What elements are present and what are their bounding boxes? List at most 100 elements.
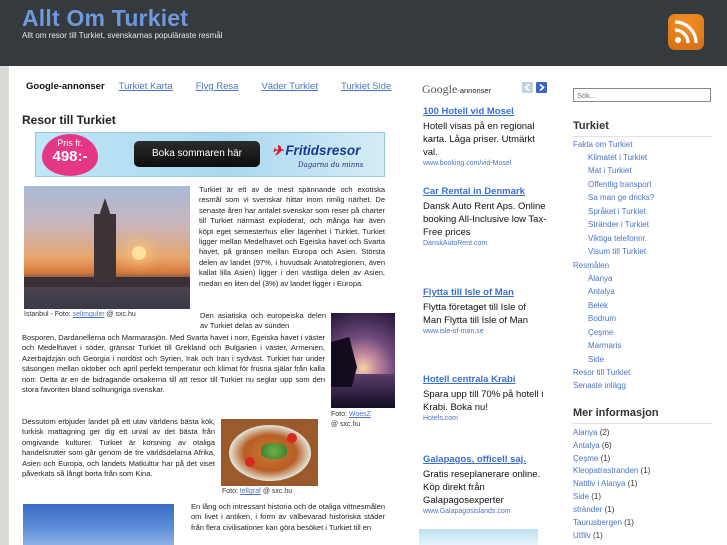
ad-title[interactable]: 100 Hotell vid Mosel xyxy=(423,106,547,117)
plane-icon: ✈ xyxy=(272,143,284,158)
tag-link[interactable]: Utfilv (1) xyxy=(573,531,603,540)
article-paragraph: Den asiatiska och europeiska delen av Tu… xyxy=(200,311,326,331)
istanbul-photo-caption: Istanbul - Foto: selimguler @ sxc.hu xyxy=(24,311,136,318)
sidebar-link[interactable]: Viktiga telefonnr. xyxy=(588,234,647,243)
article-paragraph: Turkiet är ett av de mest spännande och … xyxy=(199,185,385,288)
tomato-shape xyxy=(245,457,255,467)
sidebar-link[interactable]: Senaste inlägg xyxy=(573,381,626,390)
salad-shape xyxy=(261,443,287,459)
ad-url[interactable]: Hotels.com xyxy=(423,415,547,422)
sidebar-link[interactable]: Resmålen xyxy=(573,261,609,270)
page-title: Resor till Turkiet xyxy=(22,113,116,127)
rss-icon[interactable] xyxy=(668,14,704,50)
fritidsresor-banner[interactable]: Pris fr. 498:- Boka sommaren här ✈ Fritid… xyxy=(35,132,385,177)
tag-link[interactable]: Kleopatrastranden (1) xyxy=(573,466,650,475)
divider xyxy=(572,136,712,137)
banner-price-prefix: Pris fr. xyxy=(57,138,83,148)
ad-body: Spara upp till 70% på hotell i Krabi. Bo… xyxy=(423,389,544,413)
tag-link[interactable]: stränder (1) xyxy=(573,505,614,514)
tag-link[interactable]: Taurusbergen (1) xyxy=(573,518,634,527)
sun-shape xyxy=(132,246,146,260)
banner-price-badge: Pris fr. 498:- xyxy=(42,134,98,176)
ad-body: Gratis reseplanerare online. Köp direkt … xyxy=(423,469,541,506)
sidebar-heading-turkiet: Turkiet xyxy=(573,120,609,132)
sidebar-link[interactable]: Mat i Turkiet xyxy=(588,166,632,175)
ad-title[interactable]: Car Rental in Denmark xyxy=(423,186,547,197)
sky-photo xyxy=(23,504,174,545)
site-header: Allt Om Turkiet Allt om resor till Turki… xyxy=(0,0,727,66)
article-paragraph: Dessutom erbjuder landet på ett utav vär… xyxy=(22,417,215,479)
sidebar-link[interactable]: Marmaris xyxy=(588,341,621,350)
tag-link[interactable]: Alanya (2) xyxy=(573,428,609,437)
sidebar-link[interactable]: Çeşme xyxy=(588,328,613,337)
sunset-photo-caption: Foto: WoesZ @ sxc.hu xyxy=(331,411,371,428)
tower-shape xyxy=(94,214,116,282)
ad-body: Dansk Auto Rent Aps. Online booking All-… xyxy=(423,201,547,238)
ad-item[interactable]: Hotell centrala Krabi Spara upp till 70%… xyxy=(423,374,547,422)
chevron-left-icon[interactable] xyxy=(522,82,533,93)
ad-title[interactable]: Galapagos, officell saj. xyxy=(423,454,547,465)
tag-link[interactable]: Nattliv i Alanya (1) xyxy=(573,479,637,488)
search-input[interactable] xyxy=(573,88,711,102)
divider xyxy=(572,423,712,424)
banner-logo-text: Fritidsresor xyxy=(285,143,361,158)
photo-credit-link[interactable]: selimguler xyxy=(73,311,105,318)
ad-url[interactable]: DanskAutoRent.com xyxy=(423,240,547,247)
banner-price: 498:- xyxy=(52,148,88,165)
tag-link[interactable]: Antalya (6) xyxy=(573,441,612,450)
top-ad-link-bar: Google-annonser Turkiet Karta Flyg Resa … xyxy=(26,81,414,92)
food-photo xyxy=(221,419,318,486)
rock-shape xyxy=(331,337,357,387)
google-ads-column: Google-annonser 100 Hotell vid Mosel Hot… xyxy=(419,66,565,545)
fritidsresor-logo: ✈ Fritidsresor xyxy=(272,143,360,159)
sidebar-heading-more-info: Mer informasjon xyxy=(573,407,659,419)
site-tagline: Allt om resor till Turkiet, svenskarnas … xyxy=(22,31,223,40)
sidebar-link[interactable]: Språket i Turkiet xyxy=(588,207,646,216)
ad-item[interactable]: Flytta till Isle of Man Flytta företaget… xyxy=(423,287,547,335)
sidebar-link[interactable]: Alanya xyxy=(588,274,612,283)
ad-item[interactable]: Galapagos, officell saj. Gratis reseplan… xyxy=(423,454,547,515)
ad-url[interactable]: www.Galapagosislands.com xyxy=(423,508,547,515)
istanbul-photo xyxy=(24,186,190,309)
banner-book-button[interactable]: Boka sommaren här xyxy=(134,141,260,167)
sidebar-link[interactable]: Visum till Turkiet xyxy=(588,247,646,256)
sidebar-link[interactable]: Belek xyxy=(588,301,608,310)
ad-title[interactable]: Flytta till Isle of Man xyxy=(423,287,547,298)
tomato-shape xyxy=(287,433,297,443)
google-ads-label: Google-annonser xyxy=(26,81,105,92)
ad-body: Hotell visas på en regional karta. Låga … xyxy=(423,121,535,158)
ad-link-flyg-resa[interactable]: Flyg Resa xyxy=(196,81,239,92)
ad-image[interactable] xyxy=(419,529,538,545)
sunset-photo xyxy=(331,313,395,408)
site-title[interactable]: Allt Om Turkiet xyxy=(22,5,188,32)
ad-link-vader-turkiet[interactable]: Väder Turkiet xyxy=(261,81,318,92)
ad-item[interactable]: 100 Hotell vid Mosel Hotell visas på en … xyxy=(423,106,547,167)
article-paragraph: En lång och intressant historia och de o… xyxy=(191,502,385,532)
google-ads-header: Google-annonser xyxy=(422,82,492,96)
article-paragraph: Bosporen, Dardanellerna och Marmarasjön.… xyxy=(22,333,325,395)
sidebar-link[interactable]: Sa man ge dricks? xyxy=(588,193,654,202)
ad-body: Flytta företaget till Isle of Man Flytta… xyxy=(423,302,529,326)
ad-url[interactable]: www.isle-of-man.se xyxy=(423,328,547,335)
ad-link-turkiet-side[interactable]: Turkiet Side xyxy=(341,81,391,92)
tag-link[interactable]: Çeşme (1) xyxy=(573,454,610,463)
banner-slogan: Dagarna du minns xyxy=(298,161,364,169)
ad-item[interactable]: Car Rental in Denmark Dansk Auto Rent Ap… xyxy=(423,186,547,247)
sidebar-link[interactable]: Stränder i Turkiet xyxy=(588,220,649,229)
photo-credit-link[interactable]: tellgraf xyxy=(240,488,261,495)
sidebar-link[interactable]: Offentlig transport xyxy=(588,180,651,189)
sidebar-link[interactable]: Resor till Turkiet xyxy=(573,368,630,377)
content-panel: Google-annonser Turkiet Karta Flyg Resa … xyxy=(9,66,727,545)
sidebar-link[interactable]: Bodrum xyxy=(588,314,616,323)
tag-link[interactable]: Side (1) xyxy=(573,492,601,501)
food-photo-caption: Foto: tellgraf @ sxc.hu xyxy=(222,488,293,495)
sidebar-link[interactable]: Fakta om Turkiet xyxy=(573,140,633,149)
sidebar-link[interactable]: Klimatet i Turkiet xyxy=(588,153,647,162)
sidebar-link[interactable]: Side xyxy=(588,355,604,364)
sidebar-link[interactable]: Antalya xyxy=(588,287,615,296)
ad-link-turkiet-karta[interactable]: Turkiet Karta xyxy=(119,81,173,92)
chevron-right-icon[interactable] xyxy=(536,82,547,93)
ad-url[interactable]: www.booking.com/vid-Mosel xyxy=(423,160,547,167)
ad-title[interactable]: Hotell centrala Krabi xyxy=(423,374,547,385)
photo-credit-link[interactable]: WoesZ xyxy=(349,411,371,418)
